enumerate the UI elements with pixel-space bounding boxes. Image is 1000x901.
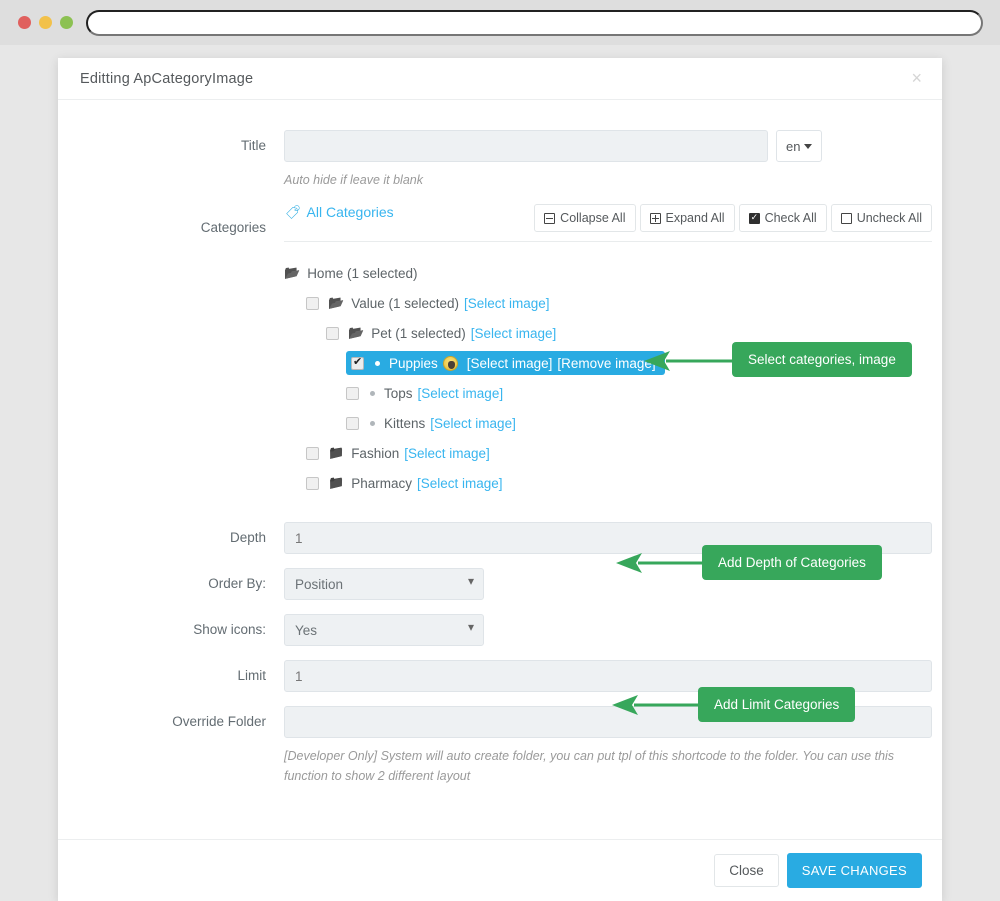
category-tree-node: 📁 Fashion [Select image] bbox=[306, 438, 942, 468]
language-select-button[interactable]: en bbox=[776, 130, 823, 162]
category-node-content[interactable]: 📂 Pet (1 selected) [Select image] bbox=[326, 325, 556, 341]
address-bar[interactable] bbox=[86, 10, 983, 36]
category-node-content[interactable]: 📁 Pharmacy [Select image] bbox=[306, 475, 503, 491]
minimize-window-button[interactable] bbox=[39, 16, 52, 29]
category-node-label: Fashion bbox=[351, 445, 400, 461]
select-image-link[interactable]: [Select image] bbox=[471, 326, 557, 341]
category-node-content[interactable]: 📂 Value (1 selected) [Select image] bbox=[306, 295, 550, 311]
category-checkbox[interactable] bbox=[306, 296, 319, 310]
edit-shortcode-modal: Editting ApCategoryImage × Title en Auto… bbox=[58, 58, 942, 901]
category-node-label: Kittens bbox=[384, 415, 426, 431]
category-checkbox[interactable] bbox=[326, 326, 339, 340]
annotation-arrow-1 bbox=[644, 351, 738, 371]
window-controls bbox=[18, 16, 73, 29]
chevron-down-icon bbox=[804, 143, 813, 149]
check-all-button[interactable]: Check All bbox=[738, 204, 827, 233]
category-checkbox[interactable] bbox=[346, 416, 359, 430]
bullet-icon bbox=[375, 360, 380, 366]
bullet-icon bbox=[370, 420, 375, 426]
title-label: Title bbox=[240, 138, 266, 153]
title-input[interactable] bbox=[284, 130, 768, 162]
select-image-link[interactable]: [Select image] bbox=[417, 476, 503, 491]
select-image-link[interactable]: [Select image] bbox=[464, 296, 550, 311]
limit-label: Limit bbox=[237, 668, 266, 684]
minus-square-icon bbox=[544, 212, 556, 224]
annotation-callout-2: Add Depth of Categories bbox=[702, 545, 882, 580]
category-thumbnail-image bbox=[442, 355, 458, 371]
select-image-link[interactable]: [Select image] bbox=[418, 386, 504, 401]
modal-title: Editting ApCategoryImage bbox=[80, 70, 254, 87]
category-tree-node: 📂 Home (1 selected) bbox=[284, 258, 942, 288]
tag-icon: 🏷 bbox=[285, 204, 301, 221]
close-window-button[interactable] bbox=[18, 16, 31, 29]
override-folder-label: Override Folder bbox=[172, 714, 266, 730]
category-checkbox[interactable] bbox=[306, 476, 319, 490]
show-icons-select[interactable]: Yes bbox=[284, 614, 484, 647]
category-checkbox[interactable] bbox=[351, 355, 364, 370]
category-checkbox[interactable] bbox=[306, 446, 319, 460]
close-button[interactable]: Close bbox=[714, 854, 779, 887]
all-categories-label: All Categories bbox=[306, 204, 394, 221]
show-icons-form-row: Show icons: Yes bbox=[58, 614, 942, 647]
category-tree-node: Kittens [Select image] bbox=[346, 408, 942, 438]
modal-footer: Close SAVE CHANGES bbox=[58, 839, 942, 901]
folder-closed-icon: 📁 bbox=[328, 475, 345, 491]
collapse-all-button[interactable]: Collapse All bbox=[534, 204, 636, 233]
category-node-label: Value (1 selected) bbox=[351, 295, 459, 311]
select-image-link[interactable]: [Select image] bbox=[467, 356, 553, 371]
browser-chrome bbox=[0, 0, 1000, 45]
override-folder-help-text: [Developer Only] System will auto create… bbox=[284, 749, 895, 783]
tree-controls-group: Collapse All Expand All Check All U bbox=[530, 204, 932, 233]
folder-open-icon: 📂 bbox=[348, 325, 365, 341]
show-icons-select-wrap: Yes bbox=[284, 614, 484, 647]
categories-toolbar: 🏷 All Categories Collapse All Expand All bbox=[284, 204, 932, 243]
category-tree-node: 📂 Value (1 selected) [Select image] bbox=[306, 288, 942, 318]
category-node-content[interactable]: 📁 Fashion [Select image] bbox=[306, 445, 490, 461]
close-icon[interactable]: × bbox=[911, 69, 922, 87]
collapse-all-label: Collapse All bbox=[560, 211, 626, 226]
order-by-select-wrap: Position bbox=[284, 568, 484, 601]
expand-all-button[interactable]: Expand All bbox=[639, 204, 735, 233]
order-by-label: Order By: bbox=[208, 576, 266, 592]
category-node-label: Home (1 selected) bbox=[307, 265, 418, 281]
category-node-label: Puppies bbox=[389, 355, 438, 371]
modal-body: Title en Auto hide if leave it blank Cat… bbox=[58, 100, 942, 863]
title-form-row: Title en Auto hide if leave it blank bbox=[58, 130, 942, 190]
language-code-label: en bbox=[786, 138, 801, 154]
select-image-link[interactable]: [Select image] bbox=[404, 446, 490, 461]
all-categories-link[interactable]: 🏷 All Categories bbox=[284, 204, 394, 221]
annotation-callout-1: Select categories, image bbox=[732, 342, 912, 377]
empty-square-icon bbox=[840, 212, 852, 224]
plus-square-icon bbox=[649, 212, 661, 224]
category-node-label: Pet (1 selected) bbox=[371, 325, 466, 341]
category-tree-node: Tops [Select image] bbox=[346, 378, 942, 408]
category-node-selected[interactable]: Puppies[Select image][Remove image] bbox=[346, 351, 665, 376]
category-node-content[interactable]: 📂 Home (1 selected) bbox=[284, 265, 417, 281]
save-changes-button[interactable]: SAVE CHANGES bbox=[786, 853, 922, 888]
category-tree-node: 📁 Pharmacy [Select image] bbox=[306, 468, 942, 498]
modal-header: Editting ApCategoryImage × bbox=[58, 58, 942, 100]
category-node-content[interactable]: Kittens [Select image] bbox=[346, 416, 516, 431]
folder-open-icon: 📂 bbox=[328, 295, 345, 311]
category-checkbox[interactable] bbox=[346, 386, 359, 400]
folder-open-icon: 📂 bbox=[284, 265, 301, 281]
category-node-label: Pharmacy bbox=[351, 475, 412, 491]
category-node-label: Tops bbox=[384, 385, 413, 401]
depth-label: Depth bbox=[229, 530, 266, 546]
title-help-text: Auto hide if leave it blank bbox=[284, 173, 423, 187]
uncheck-all-label: Uncheck All bbox=[856, 211, 922, 226]
annotation-callout-3: Add Limit Categories bbox=[698, 687, 856, 722]
maximize-window-button[interactable] bbox=[60, 16, 73, 29]
category-node-content[interactable]: Tops [Select image] bbox=[346, 386, 503, 401]
categories-label: Categories bbox=[200, 220, 266, 236]
uncheck-all-button[interactable]: Uncheck All bbox=[830, 204, 932, 233]
order-by-select[interactable]: Position bbox=[284, 568, 484, 601]
select-image-link[interactable]: [Select image] bbox=[430, 416, 516, 431]
expand-all-label: Expand All bbox=[665, 211, 725, 226]
folder-closed-icon: 📁 bbox=[328, 445, 345, 461]
bullet-icon bbox=[370, 390, 375, 396]
check-all-label: Check All bbox=[764, 211, 817, 226]
checked-square-icon bbox=[748, 212, 760, 224]
show-icons-label: Show icons: bbox=[193, 622, 266, 638]
